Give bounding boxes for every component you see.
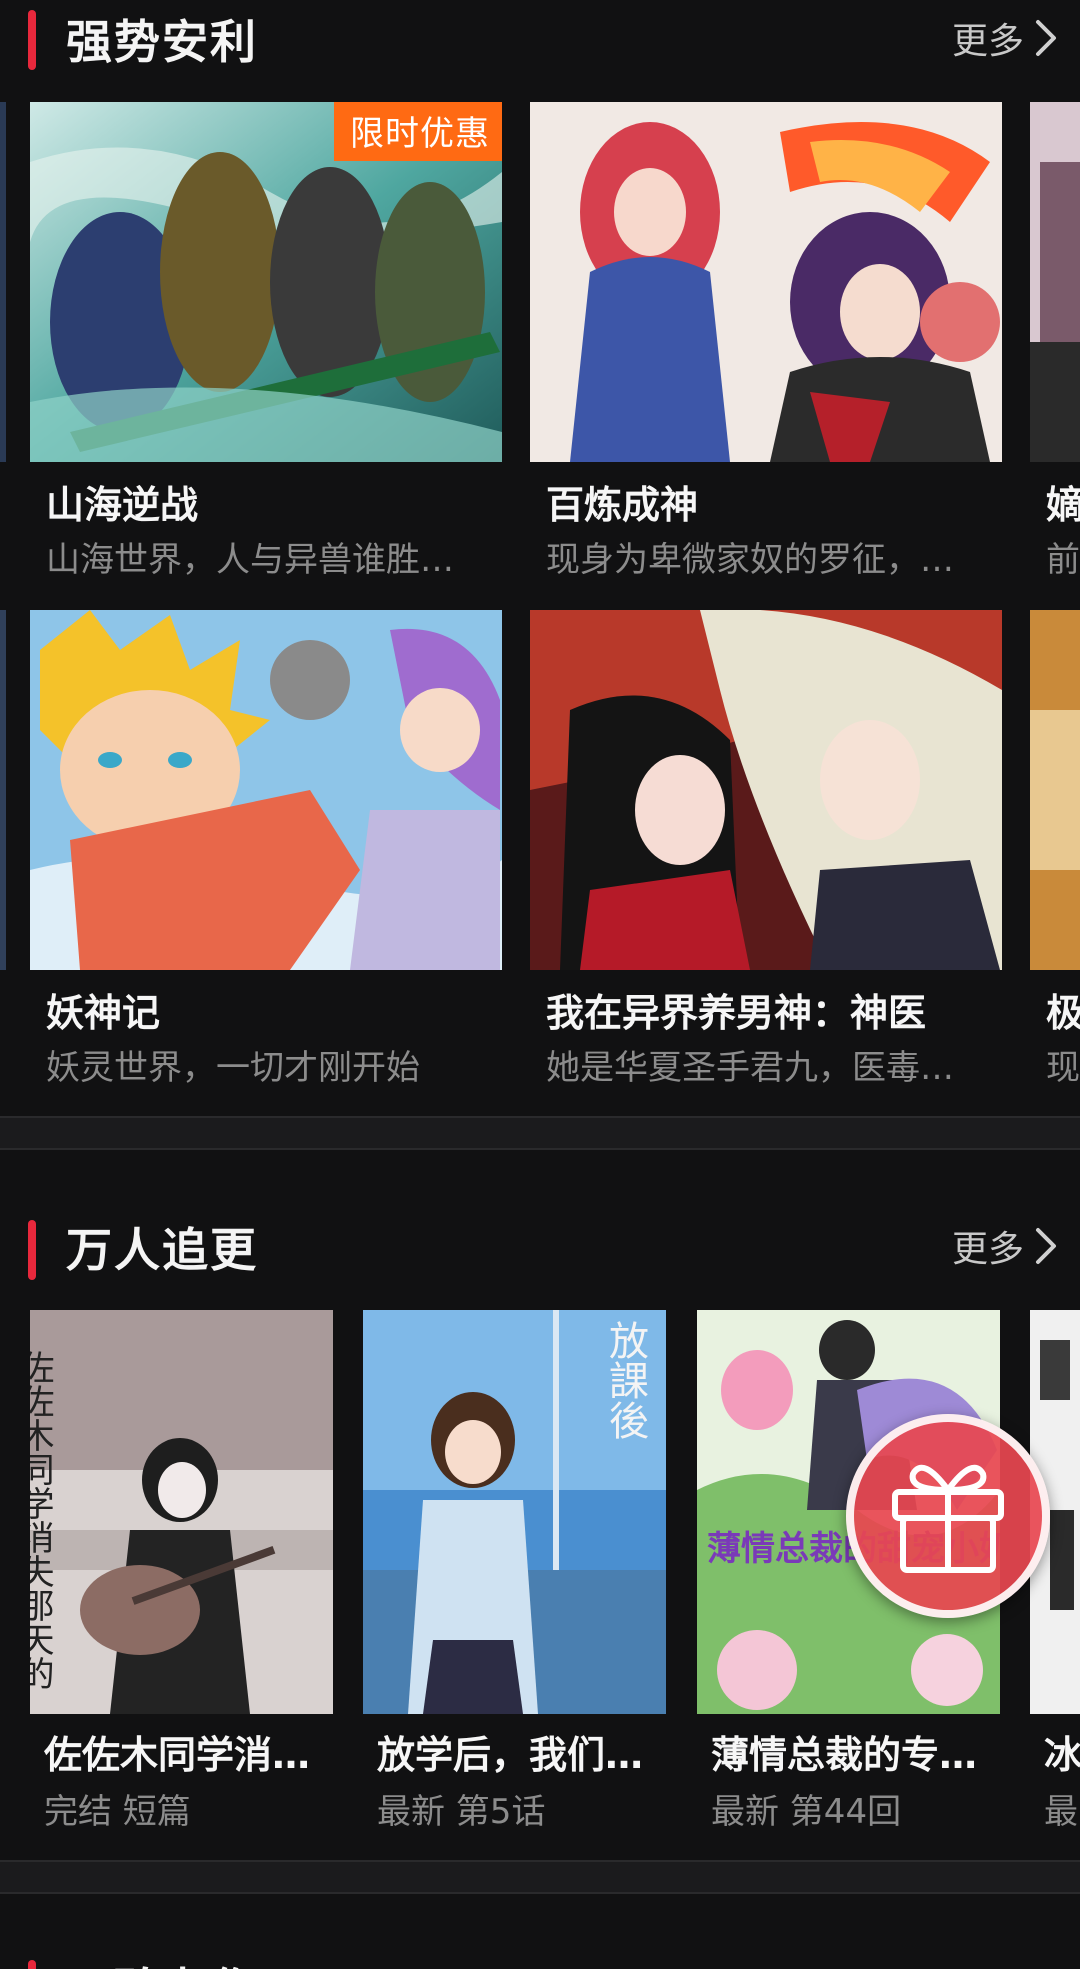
comic-title: 薄情总裁的专… — [711, 1733, 978, 1777]
cover-text: 放課後 — [602, 1320, 649, 1440]
comic-cover: 佐佐木同学消失那天的 — [30, 1310, 333, 1714]
section-header-trending: 万人追更 更多 — [0, 1206, 1080, 1286]
section-accent-bar — [28, 1960, 36, 1969]
comic-cover — [1030, 102, 1080, 462]
section-title: 强势安利 — [66, 15, 258, 69]
gift-button[interactable] — [846, 1414, 1050, 1618]
section-accent-bar — [28, 10, 36, 70]
section-divider — [0, 1116, 1080, 1150]
comic-desc: 现身为卑微家奴的罗征，… — [546, 540, 954, 580]
comic-desc: 山海世界，人与异兽谁胜… — [46, 540, 454, 580]
partial-cover-edge — [0, 102, 6, 462]
comic-title: 山海逆战 — [46, 483, 199, 527]
comic-desc: 妖灵世界，一切才刚开始 — [46, 1048, 420, 1088]
chevron-right-icon — [1036, 1228, 1056, 1264]
chevron-right-icon — [1036, 20, 1056, 56]
comic-title: 佐佐木同学消… — [44, 1733, 311, 1777]
comic-desc: 现 — [1046, 1048, 1080, 1088]
comic-meta: 最新 第44回 — [711, 1792, 902, 1832]
gift-icon — [892, 1464, 1004, 1573]
comic-title: 妖神记 — [46, 991, 161, 1035]
comic-cover — [30, 610, 502, 970]
section-header-next: 口碑力作 — [0, 1944, 1080, 1969]
comic-desc: 她是华夏圣手君九，医毒… — [546, 1048, 954, 1088]
comic-title: 百炼成神 — [546, 483, 699, 527]
comic-meta: 完结 短篇 — [44, 1792, 191, 1832]
section-title: 万人追更 — [66, 1223, 258, 1277]
more-link[interactable]: 更多 — [952, 1220, 1058, 1272]
comic-title: 我在异界养男神：神医 — [546, 991, 927, 1035]
more-label: 更多 — [951, 21, 1024, 62]
section-accent-bar — [28, 1220, 36, 1280]
section-header-recommend: 强势安利 更多 — [0, 0, 1080, 80]
comic-cover — [530, 610, 1002, 970]
promo-badge: 限时优惠 — [334, 102, 502, 161]
comic-title: 放学后，我们… — [377, 1733, 644, 1777]
comic-cover: 放課後 — [363, 1310, 666, 1714]
section-divider — [0, 1860, 1080, 1894]
comic-desc: 前 — [1046, 540, 1080, 580]
comic-meta: 最新 第5话 — [377, 1792, 546, 1832]
comic-cover — [1030, 610, 1080, 970]
partial-cover-edge — [0, 610, 6, 970]
comic-title: 嫡 — [1046, 483, 1080, 527]
comic-title: 极 — [1046, 991, 1080, 1035]
more-label: 更多 — [951, 1229, 1024, 1270]
more-link[interactable]: 更多 — [952, 12, 1058, 64]
comic-cover — [530, 102, 1002, 462]
cover-text: 佐佐木同学消失那天的 — [30, 1350, 54, 1690]
comic-title: 冰 — [1044, 1733, 1080, 1777]
section-title: 口碑力作 — [66, 1954, 258, 1969]
comic-meta: 最 — [1044, 1792, 1078, 1832]
